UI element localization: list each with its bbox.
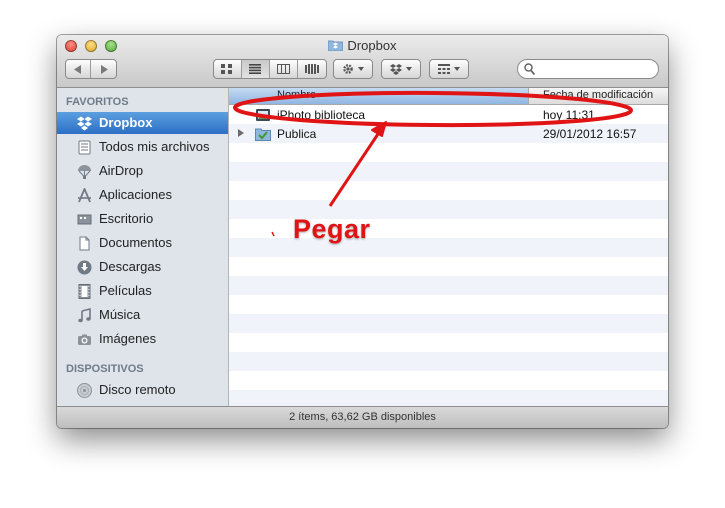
shared-folder-icon — [255, 128, 271, 141]
sidebar-item-label: Películas — [99, 283, 152, 298]
table-row-bg — [229, 276, 668, 295]
search-field[interactable] — [517, 59, 659, 79]
sidebar-item-movies[interactable]: Películas — [57, 280, 228, 302]
table-row-bg — [229, 162, 668, 181]
file-name: iPhoto biblioteca — [277, 108, 366, 122]
file-date: 29/01/2012 16:57 — [543, 127, 637, 141]
dropbox-folder-icon — [328, 40, 344, 51]
search-input[interactable] — [538, 61, 652, 78]
arrange-menu-button[interactable] — [429, 59, 469, 79]
chevron-down-icon — [406, 67, 412, 71]
sidebar: FAVORITOS Dropbox Todos mis archivos Air… — [57, 88, 229, 406]
column-separator — [528, 88, 529, 104]
back-forward-control — [65, 59, 117, 79]
search-icon — [524, 63, 535, 75]
movies-icon — [78, 284, 91, 299]
table-row-bg — [229, 371, 668, 390]
airdrop-icon — [78, 165, 91, 179]
documents-icon — [79, 236, 90, 251]
sidebar-item-desktop[interactable]: Escritorio — [57, 208, 228, 230]
status-bar: 2 ítems, 63,62 GB disponibles — [57, 406, 668, 428]
applications-icon — [78, 188, 91, 203]
sidebar-header-devices: DISPOSITIVOS — [66, 363, 144, 375]
sidebar-item-dropbox[interactable]: Dropbox — [57, 112, 228, 134]
icon-view-icon — [221, 64, 233, 74]
table-row-bg — [229, 314, 668, 333]
camera-icon — [78, 334, 91, 345]
disclosure-triangle-icon[interactable] — [238, 129, 244, 137]
list-view-button[interactable] — [241, 60, 271, 78]
paste-annotation-label: Pegar — [293, 214, 371, 244]
chevron-left-icon — [74, 64, 81, 74]
sidebar-item-label: Escritorio — [99, 211, 154, 226]
sidebar-item-label: AirDrop — [99, 163, 144, 178]
dropbox-icon — [390, 63, 402, 75]
column-view-button[interactable] — [270, 60, 298, 78]
action-menu-button[interactable] — [333, 59, 373, 79]
table-row-publica[interactable]: Publica 29/01/2012 16:57 — [229, 125, 668, 144]
sidebar-header-favorites: FAVORITOS — [66, 96, 129, 108]
sidebar-item-label: Documentos — [99, 235, 172, 250]
column-view-icon — [276, 64, 290, 74]
table-row-bg — [229, 181, 668, 200]
window-title: Dropbox — [57, 38, 668, 53]
chevron-down-icon — [358, 67, 364, 71]
sidebar-item-downloads[interactable]: Descargas — [57, 256, 228, 278]
arrange-icon — [438, 64, 450, 74]
table-row-bg — [229, 390, 668, 406]
all-files-icon — [78, 140, 91, 155]
iphoto-library-icon — [256, 109, 270, 121]
chevron-down-icon — [454, 67, 460, 71]
sidebar-item-all-files[interactable]: Todos mis archivos — [57, 136, 228, 158]
column-header-date[interactable]: Fecha de modificación — [543, 89, 653, 101]
sidebar-item-applications[interactable]: Aplicaciones — [57, 184, 228, 206]
sidebar-item-label: Disco remoto — [99, 382, 176, 397]
name-column-sorted — [229, 88, 528, 104]
sidebar-item-airdrop[interactable]: AirDrop — [57, 160, 228, 182]
gear-icon — [343, 64, 353, 74]
file-date: hoy 11:31 — [543, 108, 595, 122]
table-row-bg — [229, 333, 668, 352]
table-row-bg — [229, 143, 668, 162]
file-list: Nombre Fecha de modificación iPhoto bibl… — [229, 88, 668, 406]
icon-view-button[interactable] — [214, 60, 242, 78]
music-note-icon — [78, 308, 91, 323]
remote-disc-icon — [77, 383, 92, 398]
table-row-iphoto-library[interactable]: iPhoto biblioteca hoy 11:31 — [229, 106, 668, 125]
sidebar-item-label: Todos mis archivos — [99, 139, 210, 154]
table-row-bg — [229, 257, 668, 276]
window-title-text: Dropbox — [347, 38, 397, 53]
view-mode-control — [213, 59, 327, 79]
sidebar-item-remote-disc[interactable]: Disco remoto — [57, 379, 228, 401]
list-view-icon — [249, 64, 262, 74]
table-row-bg — [229, 295, 668, 314]
sidebar-item-label: Música — [99, 307, 141, 322]
sidebar-item-documents[interactable]: Documentos — [57, 232, 228, 254]
column-header: Nombre Fecha de modificación — [229, 88, 668, 105]
sidebar-item-pictures[interactable]: Imágenes — [57, 328, 228, 350]
forward-button[interactable] — [91, 60, 116, 78]
sidebar-item-label: Dropbox — [99, 115, 153, 130]
sidebar-item-label: Aplicaciones — [99, 187, 172, 202]
dropbox-icon — [77, 116, 92, 131]
cover-flow-icon — [304, 64, 319, 74]
sidebar-item-music[interactable]: Música — [57, 304, 228, 326]
toolbar: Dropbox — [57, 35, 668, 88]
back-button[interactable] — [66, 60, 92, 78]
desktop-icon — [77, 214, 92, 225]
sidebar-item-label: Descargas — [99, 259, 162, 274]
column-header-name[interactable]: Nombre — [277, 89, 316, 101]
dropbox-menu-button[interactable] — [381, 59, 421, 79]
downloads-icon — [77, 260, 92, 275]
sidebar-item-label: Imágenes — [99, 331, 157, 346]
chevron-right-icon — [100, 64, 108, 74]
file-name: Publica — [277, 127, 317, 141]
cover-flow-button[interactable] — [298, 60, 326, 78]
table-row-bg — [229, 352, 668, 371]
